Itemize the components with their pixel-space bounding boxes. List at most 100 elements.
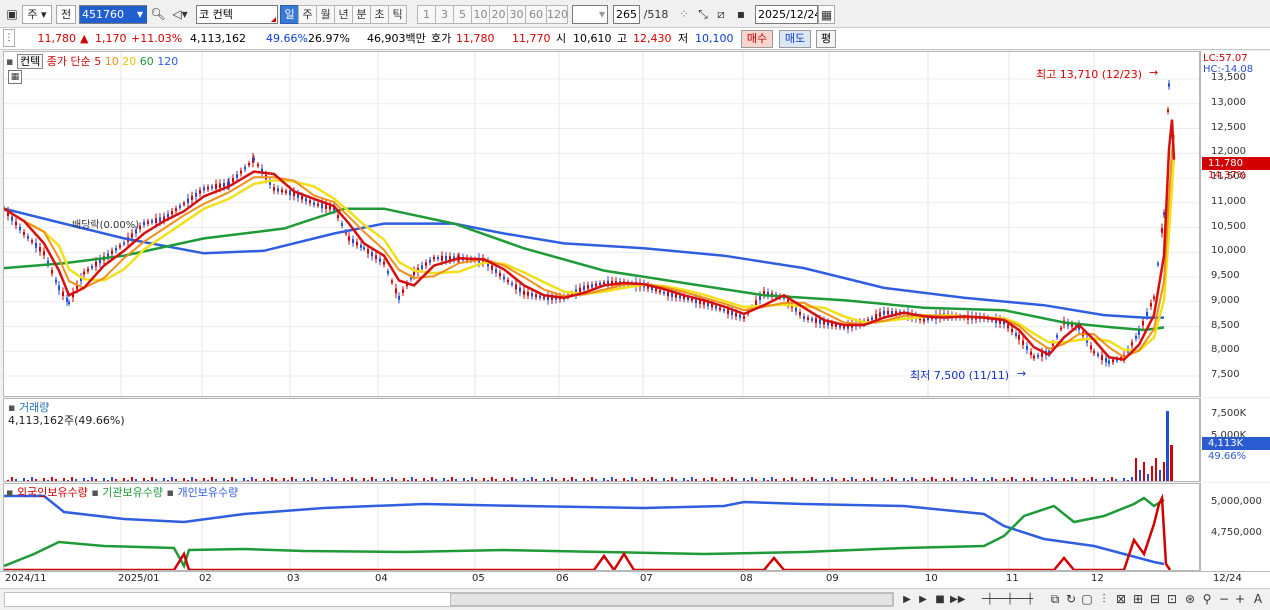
volume-bar [615, 479, 617, 481]
volume-bar [167, 480, 169, 481]
legend-institution[interactable]: 기관보유수량 [102, 486, 163, 499]
volume-bar [871, 477, 873, 481]
volume-plot-area[interactable] [3, 398, 1200, 482]
horizontal-scrollbar[interactable] [4, 592, 894, 607]
volume-tick-label: 7,500K [1211, 408, 1247, 419]
scroll-right-icon[interactable]: ▶ [900, 590, 914, 609]
zoom-icon[interactable]: ⤡ [695, 5, 711, 24]
legend-foreign[interactable]: 외국인보유수량 [17, 486, 88, 499]
code-dropdown-icon[interactable]: ▾ [133, 6, 147, 23]
tab-second[interactable]: 초 [370, 5, 389, 24]
candle-body [402, 289, 404, 293]
candle-body [1022, 340, 1024, 345]
grid-icon[interactable]: ⁘ [676, 5, 692, 24]
search-icon[interactable]: 🔍︎ [150, 5, 166, 24]
volume-bar [1039, 481, 1041, 482]
quote-toggle-icon[interactable]: ⋮ [3, 29, 15, 47]
legend-ma5[interactable]: 5 [94, 55, 101, 68]
zoom-search-icon[interactable]: ⚲ [1200, 590, 1214, 609]
legend-individual[interactable]: 개인보유수량 [177, 486, 238, 499]
order-icon[interactable]: ⊡ [1165, 590, 1179, 609]
drawing-icon[interactable]: ⧄ [713, 5, 729, 24]
volume-bar [899, 481, 901, 482]
minute-option[interactable]: 10 [471, 5, 490, 24]
volume-bar [11, 477, 13, 481]
zoom-slider[interactable]: ─┼───┼───┼ [972, 590, 1042, 609]
save-icon[interactable]: ▪ [733, 5, 749, 24]
minute-option[interactable]: 60 [525, 5, 547, 24]
stop-icon[interactable]: ■ [933, 590, 947, 609]
fast-forward-icon[interactable]: ▶▶ [950, 590, 965, 609]
font-size-icon[interactable]: A [1252, 590, 1264, 609]
minute-option[interactable]: 5 [453, 5, 472, 24]
compare-icon[interactable]: ⊞ [1131, 590, 1145, 609]
candle-body [871, 317, 873, 320]
minute-dropdown-icon[interactable]: ▾ [596, 5, 608, 24]
minute-option[interactable]: 3 [435, 5, 454, 24]
legend-ma60[interactable]: 60 [140, 55, 154, 68]
chart-type-icon[interactable]: ⫶ [1097, 590, 1111, 609]
candle-body [425, 262, 427, 266]
candle-body [515, 284, 517, 290]
legend-ma10[interactable]: 10 [105, 55, 119, 68]
candle-body [1157, 263, 1159, 266]
overlay-icon[interactable]: ⊟ [1148, 590, 1162, 609]
minute-option[interactable]: 120 [546, 5, 568, 24]
candle-body [1015, 333, 1017, 336]
legend-stock[interactable]: 컨텍 [16, 54, 44, 69]
period-type-select[interactable]: 주 ▾ [22, 5, 52, 24]
refresh-icon[interactable]: ↻ [1064, 590, 1078, 609]
minute-option[interactable]: 1 [417, 5, 436, 24]
average-button[interactable]: 평 [816, 30, 836, 48]
low-label: 저 [678, 32, 689, 45]
bar-count-input[interactable]: 265 [613, 5, 640, 24]
volume-bar [1011, 477, 1013, 481]
full-toggle-button[interactable]: 전 [56, 5, 76, 24]
calculator-icon[interactable]: ▦ [8, 70, 22, 84]
calendar-icon[interactable]: ▦ [818, 5, 835, 24]
scroll-thumb[interactable] [450, 593, 893, 606]
indicator-icon[interactable]: ⊠ [1114, 590, 1128, 609]
speaker-icon[interactable]: ◁▾ [168, 5, 192, 24]
window-icon[interactable]: ▢ [1080, 590, 1094, 609]
volume-bar [283, 478, 285, 481]
candle-body [441, 255, 443, 261]
zoom-out-icon[interactable]: − [1219, 590, 1229, 609]
sell-button[interactable]: 매도 [779, 30, 811, 48]
legend-ma120[interactable]: 120 [157, 55, 178, 68]
tab-year[interactable]: 년 [334, 5, 353, 24]
volume-bar [267, 480, 269, 481]
chart-menu-icon[interactable]: ▣ [4, 5, 20, 24]
candle-body [1167, 109, 1169, 112]
date-input[interactable]: 2025/12/24 [755, 5, 818, 24]
tab-week[interactable]: 주 [298, 5, 317, 24]
buy-button[interactable]: 매수 [741, 30, 773, 48]
volume-bar [1111, 477, 1113, 481]
stock-name-field[interactable]: 코 컨텍 [196, 5, 278, 24]
candle-body [395, 288, 397, 294]
minute-option[interactable]: 20 [489, 5, 508, 24]
tab-month[interactable]: 월 [316, 5, 335, 24]
candle-body [285, 190, 287, 194]
zoom-in-icon[interactable]: + [1235, 590, 1245, 609]
tab-minute[interactable]: 분 [352, 5, 371, 24]
volume-bar [999, 481, 1001, 482]
lock-icon[interactable]: ⊛ [1183, 590, 1197, 609]
volume-bar [279, 481, 281, 482]
candle-body [421, 265, 423, 269]
zoom-fit-icon[interactable]: ⧉ [1048, 590, 1062, 609]
candle-body [1030, 351, 1032, 355]
volume-bar [1051, 477, 1053, 481]
candle-body [277, 188, 279, 192]
volume-bar [251, 477, 253, 481]
play-icon[interactable]: ▶ [916, 590, 930, 609]
volume-bar [391, 477, 393, 481]
legend-ma20[interactable]: 20 [122, 55, 136, 68]
price-plot-area[interactable] [3, 51, 1200, 397]
tab-tick[interactable]: 틱 [388, 5, 407, 24]
minute-option[interactable]: 30 [507, 5, 526, 24]
candle-body [35, 242, 37, 248]
candle-body [923, 318, 925, 322]
tab-day[interactable]: 일 [280, 5, 299, 24]
candle-body [151, 220, 153, 223]
